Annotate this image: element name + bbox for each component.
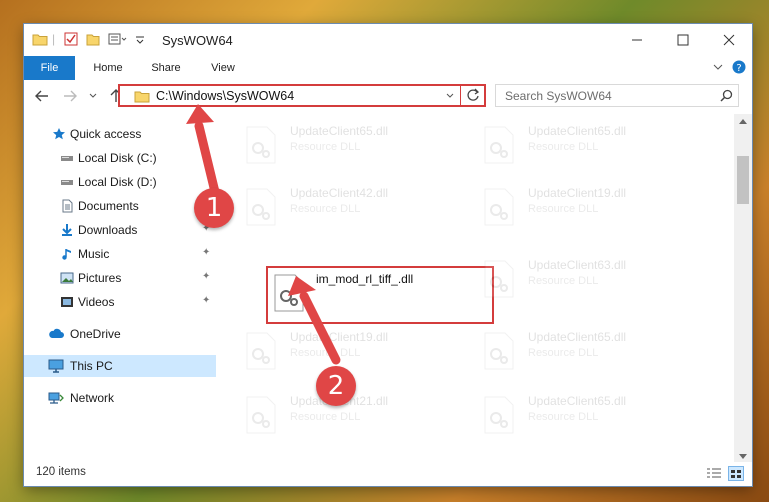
arrow-2-head xyxy=(288,276,316,296)
step-badge-2: 2 xyxy=(316,366,356,406)
arrow-2 xyxy=(299,291,341,365)
arrow-1 xyxy=(194,121,221,201)
arrow-1-head xyxy=(186,104,214,124)
step-badge-1: 1 xyxy=(194,188,234,228)
annotation-arrows xyxy=(186,104,341,365)
